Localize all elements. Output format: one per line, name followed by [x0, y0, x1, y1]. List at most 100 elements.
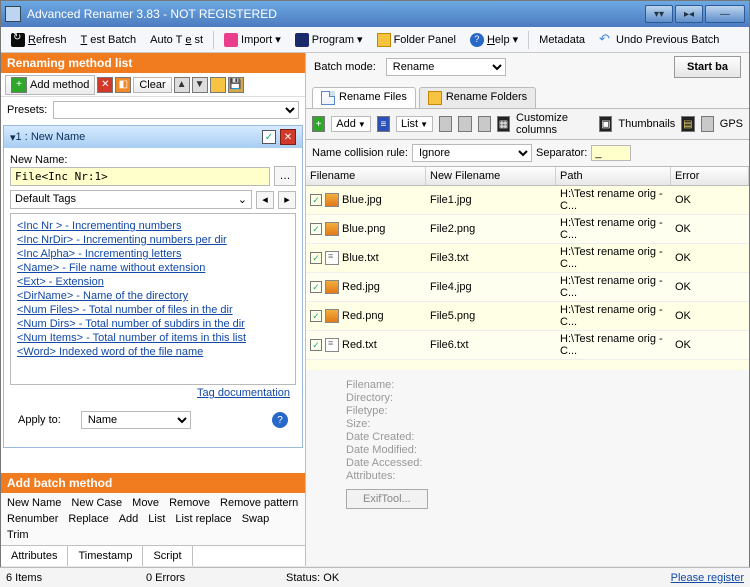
row-checkbox[interactable]: ✓ [310, 252, 322, 264]
tag-link[interactable]: <Num Dirs> - Total number of subdirs in … [17, 318, 245, 330]
row-checkbox[interactable]: ✓ [310, 223, 322, 235]
batch-method-item[interactable]: New Name [7, 497, 61, 509]
tag-next-button[interactable]: ▸ [278, 191, 296, 209]
gps-button[interactable]: GPS [720, 118, 743, 130]
batch-method-item[interactable]: Renumber [7, 513, 58, 525]
list-icon[interactable]: ≡ [377, 116, 390, 132]
method-close-button[interactable]: ✕ [280, 129, 296, 145]
thumbnails-icon[interactable]: ▣ [599, 116, 612, 132]
folder-panel-button[interactable]: Folder Panel [371, 30, 462, 50]
browse-tags-button[interactable]: … [274, 166, 296, 186]
batch-method-item[interactable]: Remove pattern [220, 497, 298, 509]
maximize-group-button[interactable]: ▸◂ [675, 5, 703, 23]
table-row[interactable]: ✓Red.pngFile5.pngH:\Test rename orig - C… [306, 302, 749, 331]
minimize-group-button[interactable]: ▾▾ [645, 5, 673, 23]
tags-list[interactable]: <Inc Nr > - Incrementing numbers <Inc NrD… [10, 213, 296, 385]
batch-method-item[interactable]: Add [119, 513, 139, 525]
tag-prev-button[interactable]: ◂ [256, 191, 274, 209]
new-name-input[interactable] [10, 167, 270, 186]
customize-columns-button[interactable]: Customize columns [516, 112, 593, 136]
refresh-button[interactable]: Refresh [5, 30, 73, 50]
add-method-button[interactable]: +Add method [5, 75, 95, 95]
method-title-bar[interactable]: ▾ 1 : New Name ✓ ✕ [4, 126, 302, 148]
thumbnails-button[interactable]: Thumbnails [618, 118, 675, 130]
save-button[interactable]: 💾 [228, 77, 244, 93]
tab-rename-folders[interactable]: Rename Folders [419, 87, 536, 108]
import-button[interactable]: Import ▾ [218, 30, 287, 50]
tab-rename-files[interactable]: Rename Files [312, 87, 416, 108]
exiftool-button[interactable]: ExifTool... [346, 489, 428, 509]
add-dropdown[interactable]: Add▼ [331, 116, 371, 132]
list-dropdown[interactable]: List▼ [396, 116, 433, 132]
tag-link[interactable]: <Num Items> - Total number of items in t… [17, 332, 246, 344]
table-row[interactable]: ✓Red.jpgFile4.jpgH:\Test rename orig - C… [306, 273, 749, 302]
clear-methods-button[interactable]: Clear [133, 77, 171, 93]
col-path[interactable]: Path [556, 167, 671, 185]
minimize-button[interactable]: — [705, 5, 745, 23]
tag-link[interactable]: <Inc Nr > - Incrementing numbers [17, 220, 181, 232]
batch-tab[interactable]: Script [143, 546, 192, 566]
tag-link[interactable]: <Inc NrDir> - Incrementing numbers per d… [17, 234, 227, 246]
test-batch-button[interactable]: Test Batch [75, 31, 143, 49]
delete-method-button[interactable]: ✕ [97, 77, 113, 93]
apply-to-select[interactable]: Name [81, 411, 191, 429]
help-button[interactable]: ?Help ▾ [464, 30, 524, 50]
calendar-icon[interactable]: ▤ [681, 116, 694, 132]
batch-method-item[interactable]: New Case [71, 497, 122, 509]
batch-method-item[interactable]: Replace [68, 513, 108, 525]
presets-select[interactable] [53, 101, 299, 119]
separator-input[interactable] [591, 145, 631, 161]
move-down-button[interactable]: ▼ [192, 77, 208, 93]
tag-link[interactable]: <Name> - File name without extension [17, 262, 205, 274]
batch-method-item[interactable]: Swap [242, 513, 270, 525]
batch-mode-select[interactable]: Rename [386, 58, 506, 76]
tag-link[interactable]: <Inc Alpha> - Incrementing letters [17, 248, 181, 260]
tag-documentation-link[interactable]: Tag documentation [197, 387, 290, 399]
collision-select[interactable]: Ignore [412, 144, 532, 162]
info-field: Size: [346, 418, 709, 430]
status-items: 6 Items [6, 572, 146, 584]
extra-method-button[interactable]: ◧ [115, 77, 131, 93]
col-filename[interactable]: Filename [306, 167, 426, 185]
register-link[interactable]: Please register [671, 572, 744, 584]
batch-method-item[interactable]: List replace [175, 513, 231, 525]
table-row[interactable]: ✓Blue.jpgFile1.jpgH:\Test rename orig - … [306, 186, 749, 215]
file-type-icon [325, 280, 339, 294]
default-tags-select[interactable]: Default Tags⌄ [10, 190, 252, 209]
program-button[interactable]: Program ▾ [289, 30, 369, 50]
row-checkbox[interactable]: ✓ [310, 339, 322, 351]
table-row[interactable]: ✓Blue.pngFile2.pngH:\Test rename orig - … [306, 215, 749, 244]
auto-test-button[interactable]: Auto Test [144, 31, 209, 49]
add-files-plus-icon[interactable]: + [312, 116, 325, 132]
batch-method-item[interactable]: Remove [169, 497, 210, 509]
tag-link[interactable]: <Num Files> - Total number of files in t… [17, 304, 233, 316]
grey-btn-2[interactable] [458, 116, 471, 132]
metadata-button[interactable]: Metadata [533, 31, 591, 49]
grid-header[interactable]: Filename New Filename Path Error [306, 167, 749, 186]
batch-tab[interactable]: Timestamp [68, 546, 143, 566]
start-batch-button[interactable]: Start ba [674, 56, 741, 78]
grey-btn-3[interactable] [478, 116, 491, 132]
table-row[interactable]: ✓Red.txtFile6.txtH:\Test rename orig - C… [306, 331, 749, 360]
row-checkbox[interactable]: ✓ [310, 194, 322, 206]
batch-tab[interactable]: Attributes [1, 546, 68, 566]
method-help-icon[interactable]: ? [272, 412, 288, 428]
col-newfilename[interactable]: New Filename [426, 167, 556, 185]
row-checkbox[interactable]: ✓ [310, 281, 322, 293]
tag-link[interactable]: <DirName> - Name of the directory [17, 290, 188, 302]
tag-link[interactable]: <Ext> - Extension [17, 276, 104, 288]
batch-method-item[interactable]: Move [132, 497, 159, 509]
columns-icon[interactable]: ▦ [497, 116, 510, 132]
table-row[interactable]: ✓Blue.txtFile3.txtH:\Test rename orig - … [306, 244, 749, 273]
undo-batch-button[interactable]: ↶Undo Previous Batch [593, 30, 725, 50]
move-up-button[interactable]: ▲ [174, 77, 190, 93]
batch-method-item[interactable]: Trim [7, 529, 29, 541]
open-folder-button[interactable] [210, 77, 226, 93]
row-checkbox[interactable]: ✓ [310, 310, 322, 322]
grey-btn-4[interactable] [701, 116, 714, 132]
tag-link[interactable]: <Word> Indexed word of the file name [17, 346, 203, 358]
grey-btn-1[interactable] [439, 116, 452, 132]
col-error[interactable]: Error [671, 167, 749, 185]
batch-method-item[interactable]: List [148, 513, 165, 525]
method-enabled-checkbox[interactable]: ✓ [262, 130, 276, 144]
